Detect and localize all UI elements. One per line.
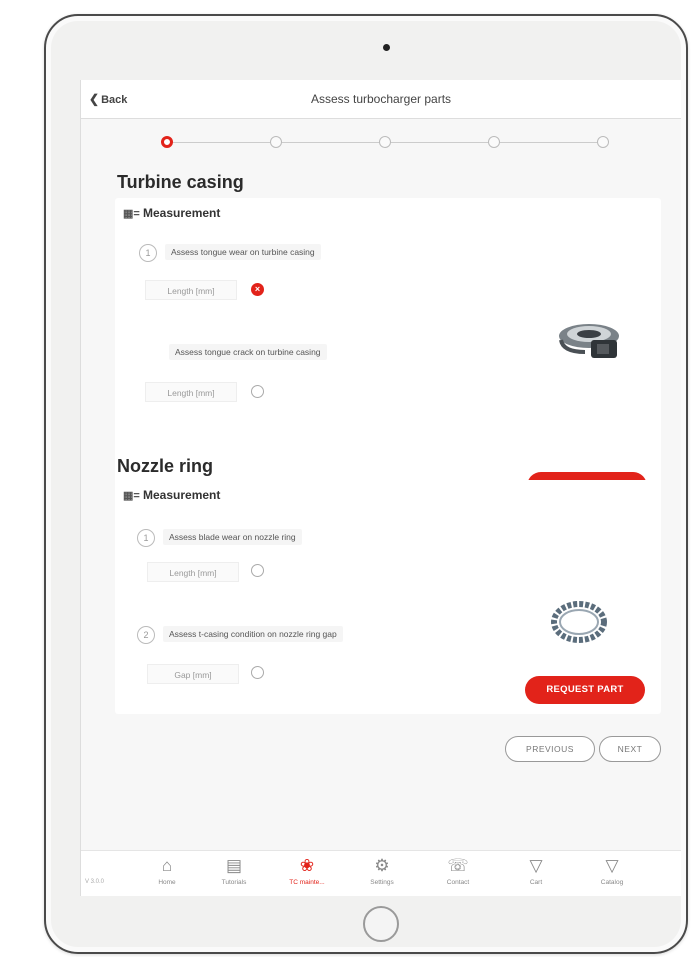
length-input[interactable]: Length [mm] xyxy=(147,562,239,582)
question-number: 2 xyxy=(137,626,155,644)
step-2[interactable] xyxy=(270,136,282,148)
measurement-header: ▦= Measurement xyxy=(123,488,220,502)
question-number: 1 xyxy=(137,529,155,547)
tab-label: TC mainte... xyxy=(289,879,325,886)
measurement-label: Measurement xyxy=(143,206,221,220)
previous-button[interactable]: PREVIOUS xyxy=(505,736,595,762)
step-4[interactable] xyxy=(488,136,500,148)
caliper-icon: ▦= xyxy=(123,490,140,502)
navigation-bar: ❮ Back Assess turbocharger parts xyxy=(81,80,681,119)
length-input[interactable]: Length [mm] xyxy=(145,382,237,402)
step-1[interactable] xyxy=(161,136,173,148)
status-radio[interactable] xyxy=(251,385,264,398)
home-button[interactable] xyxy=(363,906,399,942)
question-number: 1 xyxy=(139,244,157,262)
tab-home[interactable]: ⌂ Home xyxy=(136,855,198,895)
tab-tc-maintenance[interactable]: ❀ TC mainte... xyxy=(276,855,338,895)
question-text: Assess tongue crack on turbine casing xyxy=(169,344,327,360)
tab-label: Settings xyxy=(370,879,394,886)
question-text: Assess t-casing condition on nozzle ring… xyxy=(163,626,343,642)
page-title: Assess turbocharger parts xyxy=(310,92,452,106)
turbine-casing-image xyxy=(559,324,619,358)
error-status-radio[interactable]: × xyxy=(251,283,264,296)
status-radio[interactable] xyxy=(251,564,264,577)
version-label: V 3.0.0 xyxy=(85,879,105,885)
progress-stepper xyxy=(161,136,611,150)
question-text: Assess blade wear on nozzle ring xyxy=(163,529,302,545)
nozzle-ring-image xyxy=(551,601,607,643)
app-screen: ❮ Back Assess turbocharger parts Turbine … xyxy=(80,80,681,896)
next-button[interactable]: NEXT xyxy=(599,736,661,762)
tab-label: Cart xyxy=(529,879,543,886)
status-radio[interactable] xyxy=(251,666,264,679)
cart-icon: ▽ xyxy=(529,856,543,875)
tc-maintenance-icon: ❀ xyxy=(299,856,315,875)
question-text: Assess tongue wear on turbine casing xyxy=(165,244,321,260)
measurement-card: ▦= Measurement 1 Assess blade wear on noz… xyxy=(115,480,661,714)
tab-label: Catalog xyxy=(600,879,624,886)
section-title: Turbine casing xyxy=(117,172,244,192)
measurement-header: ▦= Measurement xyxy=(123,206,220,220)
gap-input[interactable]: Gap [mm] xyxy=(147,664,239,684)
contact-icon: ☏ xyxy=(447,856,469,875)
catalog-icon: ▽ xyxy=(605,856,619,875)
tab-label: Home xyxy=(158,879,176,886)
tab-contact[interactable]: ☏ Contact xyxy=(427,855,489,895)
home-icon: ⌂ xyxy=(161,856,173,875)
tab-settings[interactable]: ⚙ Settings xyxy=(351,855,413,895)
measurement-label: Measurement xyxy=(143,488,221,502)
settings-icon: ⚙ xyxy=(374,856,390,875)
tab-catalog[interactable]: ▽ Catalog xyxy=(581,855,643,895)
tab-tutorials[interactable]: ▤ Tutorials xyxy=(203,855,265,895)
bottom-tab-bar: V 3.0.0 ⌂ Home ▤ Tutorials ❀ TC mainte..… xyxy=(81,850,681,896)
tutorials-icon: ▤ xyxy=(225,856,243,875)
request-part-button[interactable]: REQUEST PART xyxy=(525,676,645,704)
tab-label: Contact xyxy=(446,879,470,886)
front-camera xyxy=(383,44,390,51)
caliper-icon: ▦= xyxy=(123,208,140,220)
step-5[interactable] xyxy=(597,136,609,148)
length-input[interactable]: Length [mm] xyxy=(145,280,237,300)
step-3[interactable] xyxy=(379,136,391,148)
tab-cart[interactable]: ▽ Cart xyxy=(505,855,567,895)
section-title: Nozzle ring xyxy=(117,456,214,476)
tab-label: Tutorials xyxy=(221,879,247,886)
